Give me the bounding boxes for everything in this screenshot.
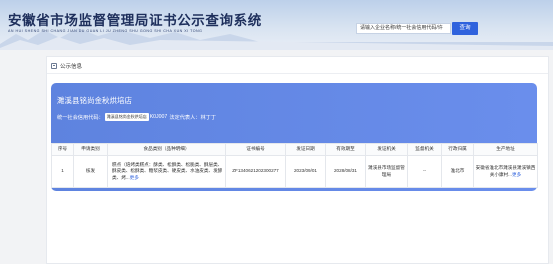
cell-admin: 淮北市 (441, 155, 474, 188)
col-header-address: 生产地址 (473, 143, 538, 156)
col-header-cert-no: 证书编号 (225, 143, 286, 156)
cell-index: 1 (51, 155, 74, 188)
food-text: 糕点（焙烤类糕点：酥类、松酥类、松脆类、酥层类、酥皮类、松酥类、糖浆皮类、硬皮类… (112, 162, 223, 180)
cell-authority: 濉溪县市场监督管理局 (365, 155, 408, 188)
col-header-authority: 发证机关 (365, 143, 408, 156)
cell-supervisor: -- (407, 155, 442, 188)
document-icon (51, 63, 57, 69)
page-subtitle: AN HUI SHENG SHI CHANG JIAN DU GUAN LI J… (8, 29, 203, 33)
table-row: 1 核发 糕点（焙烤类糕点：酥类、松酥类、松脆类、酥层类、酥皮类、松酥类、糖浆皮… (51, 155, 538, 188)
rep-value: 林丁丁 (200, 114, 217, 121)
food-more-link[interactable]: 更多 (130, 175, 139, 180)
cell-food: 糕点（焙烤类糕点：酥类、松酥类、松脆类、酥层类、酥皮类、松酥类、糖浆皮类、硬皮类… (107, 155, 226, 188)
col-header-food: 食品类别（品种明细） (107, 143, 226, 156)
cell-expiry: 2028/08/31 (325, 155, 366, 188)
page-title: 安徽省市场监督管理局证书公示查询系统 (8, 13, 262, 29)
col-header-index: 序号 (51, 143, 74, 156)
credit-code-value: 濉溪县铭尚金秋烘培店 (104, 113, 149, 121)
col-header-expiry: 有效期至 (325, 143, 366, 156)
cell-issue-date: 2023/09/01 (285, 155, 326, 188)
search-button[interactable]: 查询 (452, 22, 478, 35)
rep-label: 法定代表人： (169, 114, 201, 121)
table-header-row: 序号 申请类别 食品类别（品种明细） 证书编号 发证日期 有效期至 发证机关 监… (51, 143, 538, 156)
cell-type: 核发 (73, 155, 108, 188)
breadcrumb-label: 公示信息 (60, 64, 83, 70)
col-header-issue-date: 发证日期 (285, 143, 326, 156)
col-header-supervisor: 监督机关 (407, 143, 442, 156)
address-text: 安徽省淮北市濉溪县濉溪镇西关小康村... (475, 165, 536, 177)
cell-address: 安徽省淮北市濉溪县濉溪镇西关小康村...更多 (473, 155, 538, 188)
divider (47, 73, 548, 74)
breadcrumb: 公示信息 (51, 62, 82, 70)
company-name: 濉溪县铭尚金秋烘培店 (57, 96, 132, 105)
col-header-type: 申请类别 (73, 143, 108, 156)
cell-cert-no: ZF1340621202300277 (225, 155, 286, 188)
certificate-table: 序号 申请类别 食品类别（品种明细） 证书编号 发证日期 有效期至 发证机关 监… (51, 143, 538, 188)
col-header-admin: 行政归属 (441, 143, 474, 156)
company-meta: 统一社会信用代码： 濉溪县铭尚金秋烘培店 K0J007 法定代表人： 林丁丁 (57, 113, 216, 121)
credit-code-suffix: K0J007 (149, 114, 168, 120)
credit-code-label: 统一社会信用代码： (57, 114, 104, 121)
address-more-link[interactable]: 更多 (512, 172, 521, 177)
header-banner: 安徽省市场监督管理局证书公示查询系统 AN HUI SHENG SHI CHAN… (0, 0, 553, 50)
search-input[interactable]: 请输入企业名称/统一社会信用代码/许 (356, 23, 451, 34)
info-card: 公示信息 濉溪县铭尚金秋烘培店 统一社会信用代码： 濉溪县铭尚金秋烘培店 K0J… (46, 56, 549, 264)
